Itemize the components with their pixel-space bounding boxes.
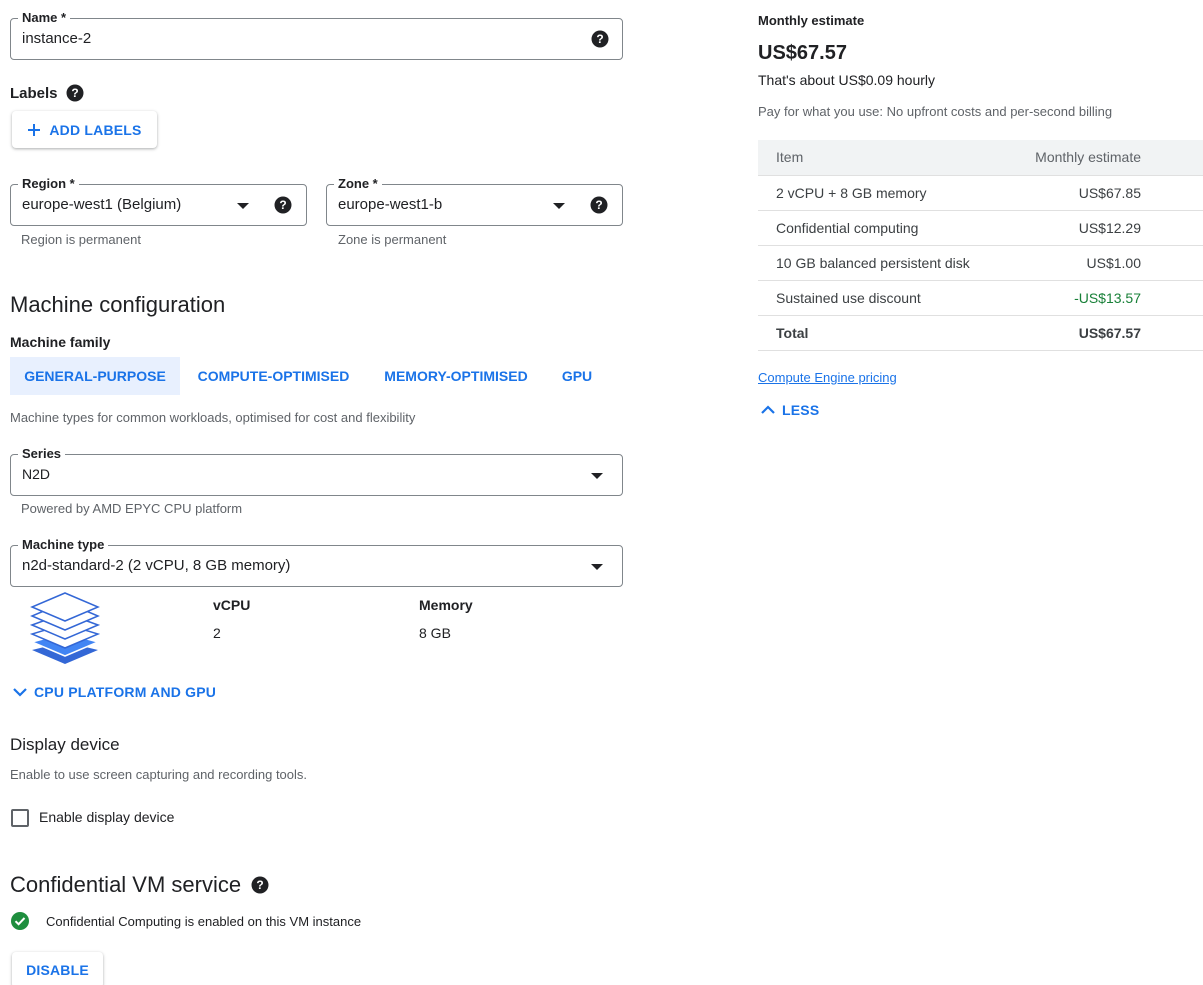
help-icon[interactable]: ? <box>590 196 608 214</box>
enable-display-device-label[interactable]: Enable display device <box>39 809 174 825</box>
memory-value: 8 GB <box>419 625 451 641</box>
machine-layers-icon <box>30 592 100 664</box>
dropdown-arrow-icon <box>591 564 603 570</box>
name-field-label: Name * <box>18 10 71 26</box>
confidential-vm-heading: Confidential VM service ? <box>10 872 269 898</box>
machine-family-label: Machine family <box>10 334 111 350</box>
row-item: 2 vCPU + 8 GB memory <box>758 175 1005 211</box>
display-device-title: Display device <box>10 735 120 754</box>
table-row-total: Total US$67.57 <box>758 315 1203 351</box>
row-cost: US$1.00 <box>1004 245 1203 281</box>
monthly-estimate-amount: US$67.57 <box>758 42 847 64</box>
series-value: N2D <box>22 466 51 482</box>
header-item: Item <box>758 140 1005 176</box>
row-cost: US$67.85 <box>1004 175 1203 211</box>
add-labels-label: ADD LABELS <box>49 121 142 138</box>
machine-type-label: Machine type <box>18 537 109 553</box>
table-row: 10 GB balanced persistent disk US$1.00 <box>758 245 1203 281</box>
hourly-estimate: That's about US$0.09 hourly <box>758 72 936 88</box>
tab-memory-optimised[interactable]: MEMORY-OPTIMISED <box>370 357 542 395</box>
total-label: Total <box>758 315 1005 351</box>
table-row: 2 vCPU + 8 GB memory US$67.85 <box>758 175 1203 211</box>
machine-family-description: Machine types for common workloads, opti… <box>10 410 416 425</box>
less-label: LESS <box>782 402 820 418</box>
estimate-table: Item Monthly estimate 2 vCPU + 8 GB memo… <box>758 140 1203 351</box>
billing-note: Pay for what you use: No upfront costs a… <box>758 104 1113 119</box>
zone-value: europe-west1-b <box>338 196 443 213</box>
tab-general-purpose[interactable]: GENERAL-PURPOSE <box>10 357 180 395</box>
cpu-platform-gpu-label: CPU PLATFORM AND GPU <box>34 684 217 700</box>
disable-label: DISABLE <box>26 962 89 978</box>
dropdown-arrow-icon <box>237 203 249 209</box>
region-label: Region * <box>18 176 79 192</box>
monthly-estimate-heading: Monthly estimate <box>758 13 865 28</box>
cpu-platform-gpu-toggle[interactable]: CPU PLATFORM AND GPU <box>12 684 216 700</box>
row-item: 10 GB balanced persistent disk <box>758 245 1005 281</box>
plus-icon <box>28 123 41 136</box>
vcpu-value: 2 <box>213 625 221 641</box>
table-header-row: Item Monthly estimate <box>758 140 1203 176</box>
series-label: Series <box>18 446 66 462</box>
svg-text:?: ? <box>595 198 602 212</box>
labels-heading: Labels ? <box>10 84 84 102</box>
series-hint: Powered by AMD EPYC CPU platform <box>21 501 243 516</box>
table-row: Sustained use discount -US$13.57 <box>758 280 1203 316</box>
confidential-status-text: Confidential Computing is enabled on thi… <box>46 914 362 929</box>
svg-text:?: ? <box>256 878 263 892</box>
region-hint: Region is permanent <box>21 232 141 247</box>
region-select[interactable]: Region * europe-west1 (Belgium) ? <box>10 176 307 226</box>
tab-compute-optimised[interactable]: COMPUTE-OPTIMISED <box>186 357 361 395</box>
region-value: europe-west1 (Belgium) <box>22 196 182 213</box>
dropdown-arrow-icon <box>553 203 565 209</box>
svg-text:?: ? <box>71 86 78 100</box>
compute-engine-pricing-link[interactable]: Compute Engine pricing <box>758 370 897 385</box>
less-toggle[interactable]: LESS <box>760 402 819 418</box>
row-cost-discount: -US$13.57 <box>1004 280 1203 316</box>
add-labels-button[interactable]: ADD LABELS <box>12 111 157 148</box>
enable-display-device-checkbox[interactable] <box>11 809 29 827</box>
zone-select[interactable]: Zone * europe-west1-b ? <box>326 176 623 226</box>
machine-type-select[interactable]: Machine type n2d-standard-2 (2 vCPU, 8 G… <box>10 537 623 587</box>
name-field-value[interactable]: instance-2 <box>22 30 91 47</box>
disable-button[interactable]: DISABLE <box>12 952 103 985</box>
help-icon[interactable]: ? <box>66 84 84 102</box>
display-device-description: Enable to use screen capturing and recor… <box>10 767 308 782</box>
machine-type-value: n2d-standard-2 (2 vCPU, 8 GB memory) <box>22 557 291 574</box>
table-row: Confidential computing US$12.29 <box>758 210 1203 246</box>
dropdown-arrow-icon <box>591 473 603 479</box>
row-cost: US$12.29 <box>1004 210 1203 246</box>
help-icon[interactable]: ? <box>591 30 609 48</box>
check-circle-icon <box>11 912 29 930</box>
total-value: US$67.57 <box>1004 315 1203 351</box>
machine-configuration-title: Machine configuration <box>10 292 226 317</box>
series-select[interactable]: Series N2D <box>10 446 623 496</box>
svg-text:?: ? <box>279 198 286 212</box>
zone-label: Zone * <box>334 176 382 192</box>
help-icon[interactable]: ? <box>251 876 269 894</box>
confidential-vm-title: Confidential VM service <box>10 872 242 897</box>
row-item: Confidential computing <box>758 210 1005 246</box>
chevron-down-icon <box>13 688 27 697</box>
tab-gpu[interactable]: GPU <box>552 357 602 395</box>
header-monthly-estimate: Monthly estimate <box>1004 140 1203 176</box>
labels-title: Labels <box>10 84 58 102</box>
vcpu-label: vCPU <box>213 597 251 613</box>
memory-label: Memory <box>419 597 473 613</box>
help-icon[interactable]: ? <box>274 196 292 214</box>
zone-hint: Zone is permanent <box>338 232 447 247</box>
svg-text:?: ? <box>596 32 603 46</box>
chevron-up-icon <box>761 405 775 414</box>
row-item: Sustained use discount <box>758 280 1005 316</box>
name-field[interactable]: Name * instance-2 ? <box>10 10 623 60</box>
